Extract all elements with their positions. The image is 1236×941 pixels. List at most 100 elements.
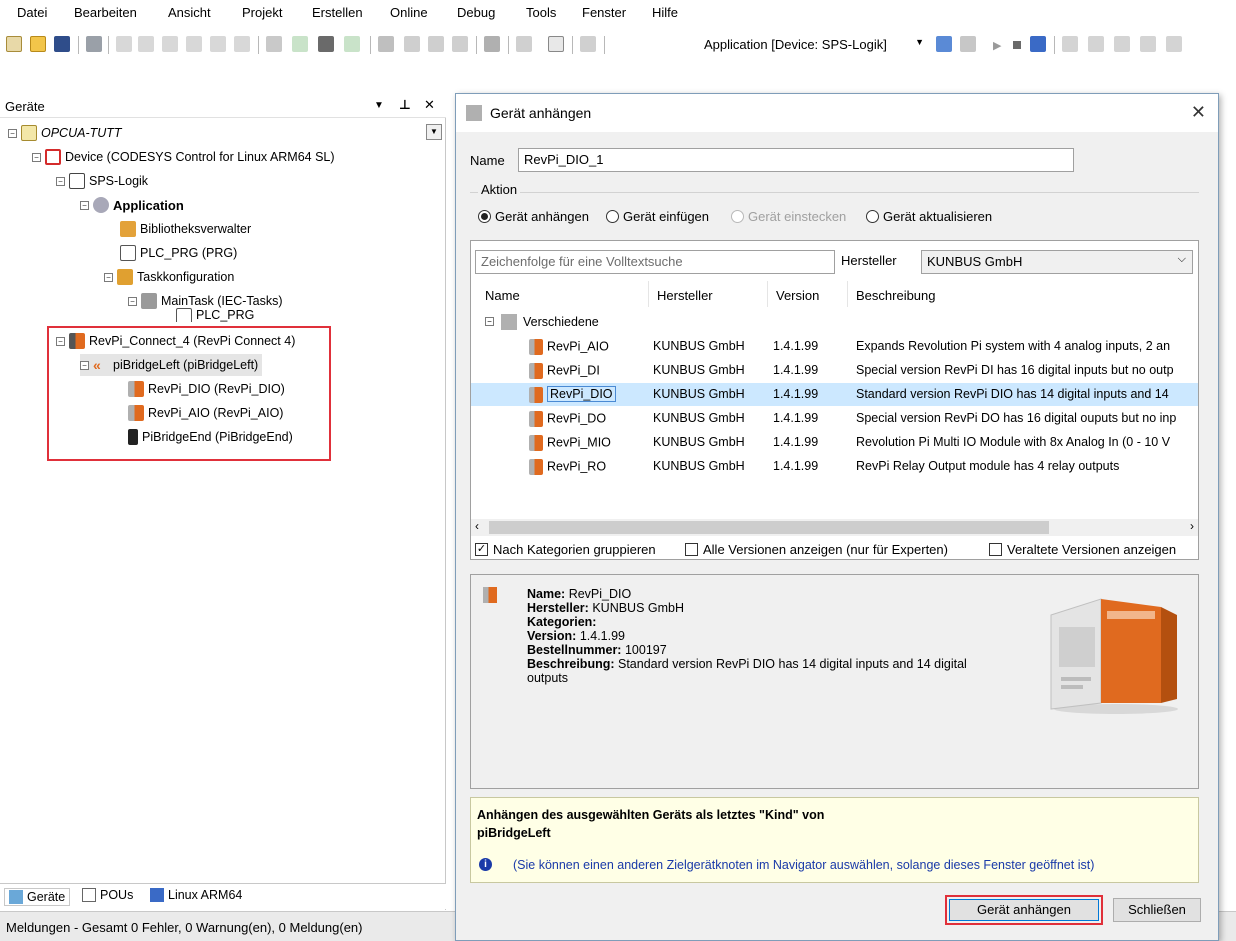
bookmark-prev-icon[interactable]	[428, 36, 444, 52]
tree-item-sps-logik[interactable]: − SPS-Logik	[56, 170, 148, 192]
collapse-icon[interactable]: −	[104, 272, 113, 282]
menu-online[interactable]: Online	[390, 5, 428, 20]
vendor-select[interactable]: KUNBUS GmbH ⌵	[921, 250, 1193, 274]
step-into-icon[interactable]	[1088, 36, 1104, 52]
tree-item-device[interactable]: − Device (CODESYS Control for Linux ARM6…	[32, 146, 335, 168]
category-row[interactable]: − Verschiedene	[471, 311, 1198, 334]
toolbar-separator	[572, 36, 573, 54]
redo-icon[interactable]	[138, 36, 154, 52]
radio-plug[interactable]: Gerät einstecken	[731, 209, 846, 224]
device-name: RevPi_DO	[547, 411, 607, 426]
stop-icon[interactable]	[1013, 41, 1021, 49]
device-row[interactable]: RevPi_MIO KUNBUS GmbH 1.4.1.99 Revolutio…	[471, 431, 1198, 454]
active-application-combo[interactable]: Application [Device: SPS-Logik] ▼	[700, 34, 928, 56]
close-button[interactable]: Schließen	[1113, 898, 1201, 922]
step-over-icon[interactable]	[1062, 36, 1078, 52]
copy-icon[interactable]	[186, 36, 202, 52]
menu-datei[interactable]: Datei	[17, 5, 47, 20]
tab-geraete[interactable]: Geräte	[4, 888, 71, 906]
login-icon[interactable]	[936, 36, 952, 52]
clipboard-icon[interactable]	[484, 36, 500, 52]
device-row[interactable]: RevPi_DI KUNBUS GmbH 1.4.1.99 Special ve…	[471, 359, 1198, 382]
menu-hilfe[interactable]: Hilfe	[652, 5, 678, 20]
tree-item-library-manager[interactable]: Bibliotheksverwalter	[120, 218, 251, 240]
save-icon[interactable]	[54, 36, 70, 52]
scroll-left-icon[interactable]: ‹	[475, 519, 479, 533]
paste-icon[interactable]	[210, 36, 226, 52]
replace-icon[interactable]	[318, 36, 334, 52]
menu-erstellen[interactable]: Erstellen	[312, 5, 363, 20]
search-input[interactable]: Zeichenfolge für eine Volltextsuche	[475, 250, 835, 274]
start-icon[interactable]: ▶	[993, 39, 1001, 52]
scrollbar-thumb[interactable]	[489, 521, 1049, 534]
step-out-icon[interactable]	[1114, 36, 1130, 52]
collapse-icon[interactable]: −	[32, 152, 41, 162]
tree-item-task-config[interactable]: − Taskkonfiguration	[104, 266, 234, 288]
menu-bearbeiten[interactable]: Bearbeiten	[74, 5, 137, 20]
tree-item-application[interactable]: − Application	[80, 194, 184, 216]
device-row[interactable]: RevPi_RO KUNBUS GmbH 1.4.1.99 RevPi Rela…	[471, 455, 1198, 478]
show-outdated-versions-checkbox[interactable]: Veraltete Versionen anzeigen	[989, 542, 1176, 557]
radio-label: Gerät einfügen	[623, 209, 710, 224]
collapse-icon[interactable]: −	[485, 317, 494, 326]
new-object-icon[interactable]	[548, 36, 564, 52]
tree-item-plc-prg[interactable]: PLC_PRG (PRG)	[120, 242, 237, 264]
horizontal-scrollbar[interactable]: ‹ ›	[471, 519, 1198, 536]
device-row[interactable]: RevPi_DO KUNBUS GmbH 1.4.1.99 Special ve…	[471, 407, 1198, 430]
find-icon[interactable]	[266, 36, 282, 52]
tree-item-label: Taskkonfiguration	[137, 270, 235, 284]
find-next-icon[interactable]	[292, 36, 308, 52]
bookmark-next-icon[interactable]	[404, 36, 420, 52]
collapse-icon[interactable]: −	[56, 176, 65, 186]
group-by-category-checkbox[interactable]: ✓ Nach Kategorien gruppieren	[475, 542, 656, 557]
device-version: 1.4.1.99	[773, 459, 819, 473]
tree-item-project[interactable]: − OPCUA-TUTT	[8, 122, 122, 144]
menu-fenster[interactable]: Fenster	[582, 5, 626, 20]
pin-icon[interactable]: ⊥	[399, 97, 411, 113]
print-icon[interactable]	[86, 36, 102, 52]
tab-linux-arm64[interactable]: Linux ARM64	[150, 888, 242, 902]
close-icon[interactable]: ✕	[1191, 102, 1206, 123]
tree-item-plc-prg-call[interactable]: PLC_PRG	[176, 308, 254, 322]
find-in-project-icon[interactable]	[344, 36, 360, 52]
info-value: RevPi_DIO	[568, 587, 632, 601]
open-folder-icon[interactable]	[30, 36, 46, 52]
tab-pous[interactable]: POUs	[82, 888, 133, 902]
panel-menu-icon[interactable]: ▼	[374, 100, 384, 111]
menu-tools[interactable]: Tools	[526, 5, 556, 20]
logout-icon[interactable]	[960, 36, 976, 52]
active-application-label: Application [Device: SPS-Logik]	[704, 37, 887, 52]
name-input[interactable]: RevPi_DIO_1	[518, 148, 1074, 172]
bookmark-icon[interactable]	[378, 36, 394, 52]
set-next-statement-icon[interactable]	[1166, 36, 1182, 52]
radio-attach[interactable]: Gerät anhängen	[478, 209, 589, 224]
show-all-versions-checkbox[interactable]: Alle Versionen anzeigen (nur für Experte…	[685, 542, 948, 557]
hint-target: piBridgeLeft	[477, 826, 551, 840]
undo-icon[interactable]	[116, 36, 132, 52]
task-icon	[141, 293, 157, 309]
bookmark-clear-icon[interactable]	[452, 36, 468, 52]
grid-icon[interactable]	[580, 36, 596, 52]
devices-panel: Geräte ▼ ⊥ ✕ ▼ − OPCUA-TUTT − Device (CO…	[0, 94, 446, 910]
new-project-icon[interactable]	[6, 36, 22, 52]
collapse-icon[interactable]: −	[80, 200, 89, 210]
scroll-right-icon[interactable]: ›	[1190, 519, 1194, 533]
module-icon	[483, 587, 497, 603]
device-description: Special version RevPi DO has 16 digital …	[856, 411, 1177, 425]
device-row-selected[interactable]: RevPi_DIO KUNBUS GmbH 1.4.1.99 Standard …	[471, 383, 1198, 406]
insert-object-icon[interactable]	[516, 36, 532, 52]
radio-update[interactable]: Gerät aktualisieren	[866, 209, 992, 224]
cut-icon[interactable]	[162, 36, 178, 52]
menu-projekt[interactable]: Projekt	[242, 5, 282, 20]
menu-debug[interactable]: Debug	[457, 5, 495, 20]
close-icon[interactable]: ✕	[424, 97, 435, 113]
run-to-cursor-icon[interactable]	[1140, 36, 1156, 52]
delete-icon[interactable]	[234, 36, 250, 52]
attach-device-button[interactable]: Gerät anhängen	[949, 899, 1099, 921]
collapse-icon[interactable]: −	[8, 128, 17, 138]
collapse-icon[interactable]: −	[128, 296, 137, 306]
radio-insert[interactable]: Gerät einfügen	[606, 209, 709, 224]
reset-icon[interactable]	[1030, 36, 1046, 52]
device-row[interactable]: RevPi_AIO KUNBUS GmbH 1.4.1.99 Expands R…	[471, 335, 1198, 358]
menu-ansicht[interactable]: Ansicht	[168, 5, 211, 20]
